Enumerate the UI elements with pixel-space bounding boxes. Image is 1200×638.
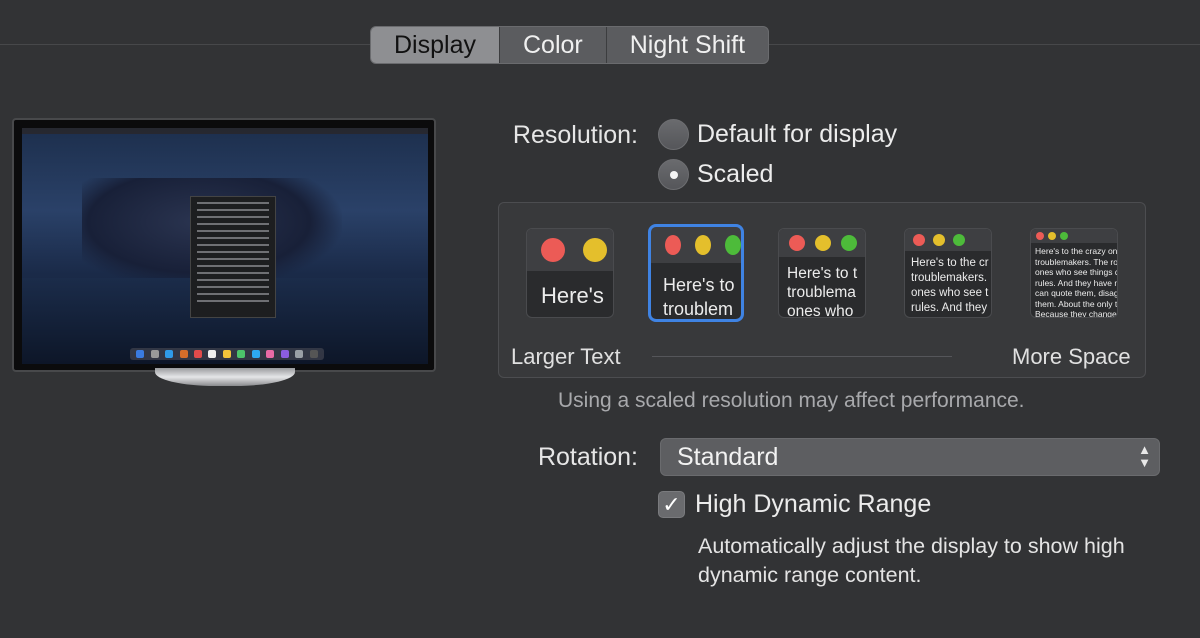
- scale-option-text: Here's to the cr troublemakers. ones who…: [911, 257, 989, 314]
- more-space-label: More Space: [1012, 344, 1131, 369]
- radio-button[interactable]: [658, 159, 689, 190]
- scale-option-text: Here's to troublem: [663, 275, 735, 319]
- radio-button[interactable]: [658, 119, 689, 150]
- scale-option-1[interactable]: Here's: [526, 228, 614, 318]
- close-dot-icon: [541, 238, 565, 262]
- scale-option-4[interactable]: Here's to the cr troublemakers. ones who…: [904, 228, 992, 318]
- display-preview-screen: [22, 128, 428, 364]
- scale-option-text: Here's to the crazy ones troublemakers. …: [1035, 246, 1117, 318]
- radio-label: Default for display: [697, 120, 898, 148]
- preview-menubar: [22, 128, 428, 134]
- zoom-dot-icon: [1060, 232, 1068, 240]
- hdr-description: Automatically adjust the display to show…: [698, 534, 1125, 587]
- close-dot-icon: [913, 234, 925, 246]
- close-dot-icon: [665, 235, 681, 255]
- scale-option-3[interactable]: Here's to t troublema ones who: [778, 228, 866, 318]
- radio-default-for-display[interactable]: Default for display: [658, 119, 897, 150]
- scale-option-5[interactable]: Here's to the crazy ones troublemakers. …: [1030, 228, 1118, 318]
- rotation-label: Rotation:: [537, 443, 638, 471]
- rotation-value: Standard: [677, 443, 779, 471]
- hdr-label: High Dynamic Range: [695, 490, 932, 518]
- preview-text-window: [190, 196, 276, 318]
- zoom-dot-icon: [841, 235, 857, 251]
- scale-track: [652, 356, 952, 357]
- tab-night-shift[interactable]: Night Shift: [607, 27, 768, 63]
- zoom-dot-icon: [953, 234, 965, 246]
- performance-note: Using a scaled resolution may affect per…: [558, 389, 1025, 412]
- minimize-dot-icon: [1048, 232, 1056, 240]
- tab-display[interactable]: Display: [371, 27, 500, 63]
- tab-bar: Display Color Night Shift: [370, 26, 770, 64]
- resolution-label: Resolution:: [512, 121, 638, 149]
- minimize-dot-icon: [695, 235, 711, 255]
- scale-option-text: Here's to t troublema ones who: [787, 265, 858, 318]
- zoom-dot-icon: [725, 235, 741, 255]
- radio-label: Scaled: [697, 160, 774, 188]
- display-preview-monitor: [12, 118, 436, 372]
- tab-color[interactable]: Color: [500, 27, 607, 63]
- minimize-dot-icon: [815, 235, 831, 251]
- rotation-select[interactable]: Standard ▲ ▼: [660, 438, 1160, 476]
- hdr-checkbox-row[interactable]: ✓ High Dynamic Range: [658, 490, 931, 519]
- scale-option-2[interactable]: Here's to troublem: [648, 224, 744, 322]
- larger-text-label: Larger Text: [511, 344, 621, 369]
- updown-chevron-icon: ▲ ▼: [1138, 442, 1151, 470]
- minimize-dot-icon: [933, 234, 945, 246]
- preview-dock: [130, 348, 324, 360]
- close-dot-icon: [789, 235, 805, 251]
- monitor-stand: [155, 368, 295, 386]
- close-dot-icon: [1036, 232, 1044, 240]
- hdr-checkbox[interactable]: ✓: [658, 491, 685, 518]
- radio-scaled[interactable]: Scaled: [658, 159, 773, 190]
- minimize-dot-icon: [583, 238, 607, 262]
- scale-option-text: Here's: [541, 283, 604, 308]
